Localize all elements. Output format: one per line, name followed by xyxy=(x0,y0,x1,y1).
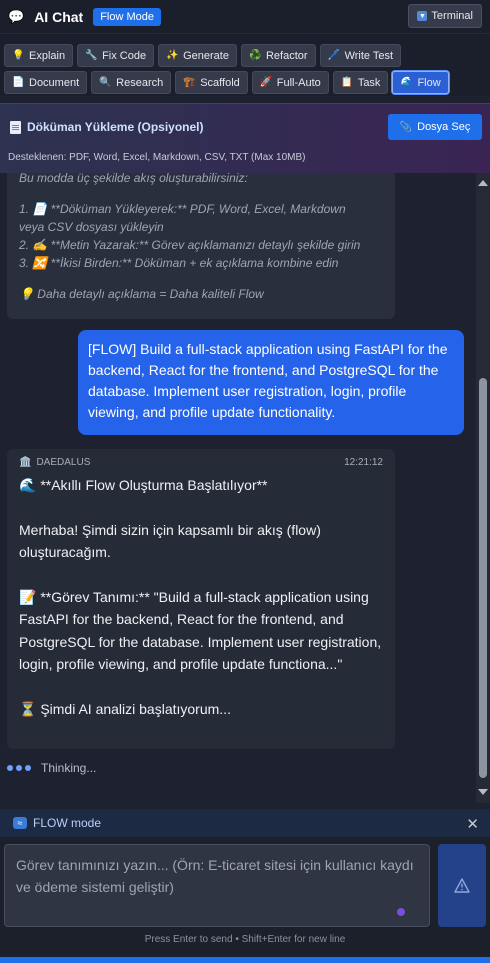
generate-label: Generate xyxy=(183,49,229,62)
rocket-icon: 🚀 xyxy=(259,77,273,88)
wrench-icon: 🔧 xyxy=(85,50,98,61)
scaffold-button[interactable]: 🏗️ Scaffold xyxy=(175,71,248,94)
message-input[interactable]: Görev tanımınızı yazın... (Örn: E-ticare… xyxy=(4,844,430,927)
wave-icon: 🌊 xyxy=(400,77,413,88)
explain-label: Explain xyxy=(29,49,66,62)
terminal-button-label: Terminal xyxy=(431,10,473,22)
scroll-down-icon[interactable] xyxy=(478,789,488,795)
assistant-intro-message: Bu modda üç şekilde akış oluşturabilirsi… xyxy=(7,173,395,319)
message-timestamp: 12:21:12 xyxy=(344,457,383,468)
document-icon xyxy=(10,120,21,134)
document-button[interactable]: 📄 Document xyxy=(4,71,88,94)
scaffold-icon: 🏗️ xyxy=(183,77,196,88)
app-header: 💬 AI Chat Flow Mode ▼ Terminal xyxy=(0,0,490,34)
mode-label: FLOW mode xyxy=(33,816,102,830)
research-label: Research xyxy=(116,76,164,89)
temple-icon: 🏛️ xyxy=(19,457,32,468)
toolbar-row-2: 📄 Document 🔍 Research 🏗️ Scaffold 🚀 Full… xyxy=(4,71,490,94)
chat-scrollbar[interactable] xyxy=(476,173,490,803)
author-name: DAEDALUS xyxy=(36,457,91,468)
action-toolbar: 💡 Explain 🔧 Fix Code ✨ Generate ♻️ Refac… xyxy=(0,34,490,96)
upload-title: Döküman Yükleme (Opsiyonel) xyxy=(10,120,204,134)
scroll-up-icon[interactable] xyxy=(478,180,488,186)
message-body: 🌊 **Akıllı Flow Oluşturma Başlatılıyor**… xyxy=(19,474,383,720)
write-test-label: Write Test xyxy=(344,49,394,62)
app-title: AI Chat xyxy=(34,8,84,25)
extension-dot-icon xyxy=(397,908,405,916)
sparkles-icon: ✨ xyxy=(166,50,179,61)
document-icon: 📄 xyxy=(12,77,25,88)
scaffold-label: Scaffold xyxy=(200,76,240,89)
full-auto-label: Full-Auto xyxy=(276,76,321,89)
mode-badge: Flow Mode xyxy=(93,7,161,26)
message-line: veya CSV dosyası yükleyin xyxy=(19,220,164,234)
terminal-button[interactable]: ▼ Terminal xyxy=(408,4,482,28)
recycle-icon: ♻️ xyxy=(248,50,262,61)
thinking-text: Thinking... xyxy=(41,761,97,775)
magnifier-icon: 🔍 xyxy=(99,77,112,88)
status-footer xyxy=(0,957,490,963)
input-hint: Press Enter to send • Shift+Enter for ne… xyxy=(144,934,346,945)
lightbulb-icon: 💡 xyxy=(12,50,25,61)
message-line: 3. 🔀 **İkisi Birden:** Döküman + ek açık… xyxy=(19,256,339,270)
message-line: Bu modda üç şekilde akış oluşturabilirsi… xyxy=(19,173,248,185)
flow-button[interactable]: 🌊 Flow xyxy=(392,71,449,94)
fix-code-label: Fix Code xyxy=(102,49,147,62)
loading-dots-icon xyxy=(7,765,31,771)
generate-button[interactable]: ✨ Generate xyxy=(158,44,237,67)
message-line: 1. 📄 **Döküman Yükleyerek:** PDF, Word, … xyxy=(19,202,346,216)
document-label: Document xyxy=(29,76,80,89)
task-button[interactable]: 📋 Task xyxy=(332,71,389,94)
message-line: 2. ✍️ **Metin Yazarak:** Görev açıklaman… xyxy=(19,238,361,252)
choose-file-button[interactable]: 📎 Dosya Seç xyxy=(388,114,482,140)
thinking-indicator: Thinking... xyxy=(7,761,96,775)
user-message: [FLOW] Build a full-stack application us… xyxy=(78,330,464,435)
explain-button[interactable]: 💡 Explain xyxy=(4,44,74,67)
assistant-message: 🏛️ DAEDALUS 12:21:12 🌊 **Akıllı Flow Olu… xyxy=(7,449,395,749)
fix-code-button[interactable]: 🔧 Fix Code xyxy=(77,44,155,67)
chat-messages: Bu modda üç şekilde akış oluşturabilirsi… xyxy=(0,173,476,803)
mode-indicator-bar: ≈ FLOW mode ✕ xyxy=(0,809,490,837)
wave-icon: ≈ xyxy=(13,817,27,829)
input-placeholder: Görev tanımınızı yazın... (Örn: E-ticare… xyxy=(16,857,414,895)
message-status: ⏳ Şimdi AI analizi başlatıyorum... xyxy=(19,700,231,717)
write-test-button[interactable]: 🖊️ Write Test xyxy=(319,44,402,67)
pen-icon: 🖊️ xyxy=(327,50,341,61)
send-button[interactable] xyxy=(438,844,486,927)
message-task: 📝 **Görev Tanımı:** "Build a full-stack … xyxy=(19,588,382,673)
message-meta: 🏛️ DAEDALUS 12:21:12 xyxy=(19,457,383,468)
message-greeting: Merhaba! Şimdi sizin için kapsamlı bir a… xyxy=(19,521,321,561)
document-upload-panel: Döküman Yükleme (Opsiyonel) 📎 Dosya Seç … xyxy=(0,103,490,173)
clipboard-icon: 📋 xyxy=(340,77,354,88)
paperclip-icon: 📎 xyxy=(399,121,413,133)
supported-formats-text: Desteklenen: PDF, Word, Excel, Markdown,… xyxy=(8,152,306,163)
close-icon[interactable]: ✕ xyxy=(466,815,479,833)
message-heading: 🌊 **Akıllı Flow Oluşturma Başlatılıyor** xyxy=(19,477,268,493)
full-auto-button[interactable]: 🚀 Full-Auto xyxy=(251,71,329,94)
refactor-button[interactable]: ♻️ Refactor xyxy=(240,44,316,67)
message-author: 🏛️ DAEDALUS xyxy=(19,457,90,468)
chat-logo-icon: 💬 xyxy=(8,8,25,24)
research-button[interactable]: 🔍 Research xyxy=(91,71,172,94)
flow-label: Flow xyxy=(417,76,441,89)
task-label: Task xyxy=(357,76,381,89)
upload-title-text: Döküman Yükleme (Opsiyonel) xyxy=(27,120,204,134)
refactor-label: Refactor xyxy=(265,49,308,62)
send-warning-icon xyxy=(454,878,470,893)
choose-file-label: Dosya Seç xyxy=(417,121,471,133)
message-composer: Görev tanımınızı yazın... (Örn: E-ticare… xyxy=(0,837,490,963)
message-line: 💡 Daha detaylı açıklama = Daha kaliteli … xyxy=(19,287,264,301)
terminal-icon: ▼ xyxy=(417,11,428,21)
toolbar-row-1: 💡 Explain 🔧 Fix Code ✨ Generate ♻️ Refac… xyxy=(4,44,490,67)
scrollbar-thumb[interactable] xyxy=(479,378,487,778)
